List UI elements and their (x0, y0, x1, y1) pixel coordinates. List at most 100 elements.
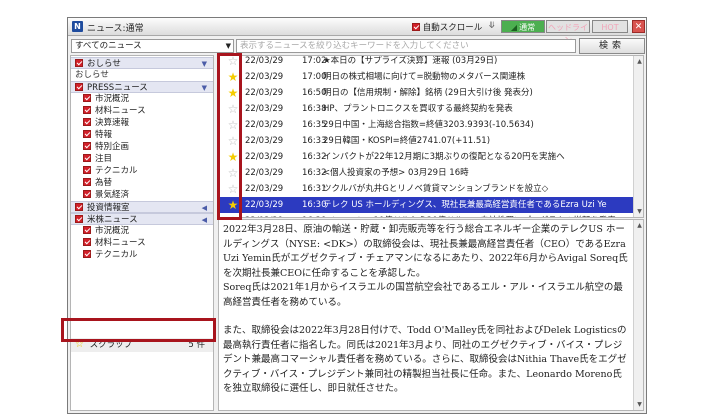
sidebar-item[interactable]: 米株ニュース ◀ (71, 213, 213, 225)
scroll-up-icon[interactable]: ▲ (635, 221, 643, 230)
checkbox-icon[interactable] (75, 83, 83, 91)
chevron-down-icon[interactable]: ▼ (226, 40, 231, 52)
sidebar-item-label: 特別企画 (95, 142, 130, 152)
sidebar-item[interactable]: 為替 (71, 177, 213, 189)
sidebar-item[interactable]: テクニカル (71, 249, 213, 261)
title-bar[interactable]: N ニュース:通常 自動スクロール ⤋ 通常 ヘッドライン HOT ✕ (68, 18, 646, 45)
news-headline: <個人投資家の予想> 03月29日 16時 (323, 168, 469, 178)
sidebar-item-label: おしらせ (75, 70, 109, 80)
sidebar-item[interactable]: 決算速報 (71, 117, 213, 129)
news-headline: テレク US ホールディングス、現社長兼最高経営責任者であるEzra Uzi Y… (323, 200, 607, 210)
news-row[interactable]: ★ 22/03/29 17:00 明日の株式相場に向けて=脱動物のメタバース関連株 (219, 69, 633, 85)
article-paragraph: また、取締役会は2022年3月28日付けで、Todd O'Malley氏を同社お… (223, 325, 627, 394)
news-row[interactable]: ☆ 22/03/29 16:32 <個人投資家の予想> 03月29日 16時 (219, 165, 633, 181)
category-sidebar: テクニカル 材料ニュース 市況概況 米株ニュース ◀ 投資情報室 ◀ 景気経済 為替 テクニカル注… (70, 55, 214, 411)
checkbox-icon[interactable] (83, 94, 91, 102)
autoscroll-label: 自動スクロール (422, 23, 483, 33)
sidebar-item-label: 投資情報室 (87, 203, 130, 213)
checkbox-icon[interactable] (83, 118, 91, 126)
scroll-down-icon[interactable]: ▼ (635, 400, 643, 409)
sidebar-item[interactable]: 材料ニュース (71, 105, 213, 117)
checkbox-icon[interactable] (83, 226, 91, 234)
sidebar-item[interactable]: 投資情報室 ◀ (71, 201, 213, 213)
article-paragraph (223, 310, 631, 324)
sidebar-item[interactable]: おしらせ ▼ (71, 57, 213, 69)
checkbox-icon[interactable] (83, 178, 91, 186)
chevron-down-icon[interactable]: ▼ (202, 58, 207, 70)
sidebar-item[interactable]: 景気経済 (71, 189, 213, 201)
checkbox-icon[interactable] (75, 215, 83, 223)
news-date: 22/03/29 (245, 88, 284, 98)
sidebar-item[interactable]: 特報 (71, 129, 213, 141)
highlight-scrap-item (61, 318, 216, 342)
checkbox-icon[interactable] (83, 142, 91, 150)
sidebar-item[interactable]: テクニカル (71, 165, 213, 177)
sidebar-item[interactable]: 市況概況 (71, 93, 213, 105)
tab-hot[interactable]: HOT (592, 20, 628, 33)
sidebar-item[interactable]: 市況概況 (71, 225, 213, 237)
news-row[interactable]: ★ 22/03/29 16:32 インパクトが22年12月期に3期ぶりの復配となる20… (219, 149, 633, 165)
category-select-value: すべてのニュース (75, 41, 142, 51)
news-list-scrollbar[interactable]: ▲ ▼ (633, 56, 643, 217)
chevron-down-icon[interactable]: ▼ (202, 82, 207, 94)
article-view: 2022年3月28日、原油の輸送・貯蔵・卸売販売等を行う総合エネルギー企業のテレ… (218, 219, 644, 411)
highlight-star-column (217, 53, 242, 220)
news-row[interactable]: ★ 22/03/29 16:30 テレク US ホールディングス、現社長兼最高経営責任… (219, 197, 633, 213)
checkbox-icon[interactable] (83, 250, 91, 258)
sidebar-item-label: 決算速報 (95, 118, 130, 128)
pin-icon[interactable]: ⤋ (488, 21, 496, 31)
checkbox-icon[interactable] (83, 190, 91, 198)
scroll-down-icon[interactable]: ▼ (635, 207, 643, 216)
sidebar-item-label: 注目 (95, 154, 113, 164)
sidebar-item-label: 市況概況 (95, 94, 130, 104)
category-select[interactable]: すべてのニュース ▼ (71, 39, 234, 53)
news-headline: 29日中国・上海総合指数=終値3203.9393(-10.5634) (323, 120, 534, 130)
news-row[interactable]: ☆ 22/03/29 16:31 ツクルバが丸井Gとリノベ賃貸マンションブランドを設立… (219, 181, 633, 197)
news-row[interactable]: ★ 22/03/29 16:50 明日の【信用規制・解除】銘柄 (29日大引け後 発表… (219, 85, 633, 101)
sidebar-item[interactable]: 特別企画 (71, 141, 213, 153)
checkbox-icon[interactable] (75, 59, 83, 67)
tab-normal[interactable]: 通常 (501, 20, 545, 33)
tab-headline[interactable]: ヘッドライン (546, 20, 590, 45)
article-paragraph: Soreq氏は2021年1月からイスラエルの国営航空会社であるエル・アル・イスラ… (223, 282, 623, 308)
checkbox-icon[interactable] (83, 238, 91, 246)
news-date: 22/03/29 (245, 104, 284, 114)
news-row[interactable]: ☆ 22/03/29 17:02 ★本日の【サプライズ決算】速報 (03月29日) (219, 56, 633, 69)
news-headline: HP、プラントロニクスを買収する最終契約を発表 (323, 104, 513, 114)
checkbox-icon[interactable] (83, 166, 91, 174)
sidebar-item-label: 為替 (95, 178, 113, 188)
close-button[interactable]: ✕ (632, 20, 645, 33)
search-button[interactable]: 検索 (579, 38, 645, 54)
article-scrollbar[interactable]: ▲ ▼ (633, 220, 643, 410)
article-paragraph: 2022年3月28日、原油の輸送・貯蔵・卸売販売等を行う総合エネルギー企業のテレ… (223, 224, 628, 279)
checkbox-icon[interactable] (83, 106, 91, 114)
chevron-left-icon[interactable]: ◀ (202, 214, 207, 226)
checkbox-icon[interactable] (83, 130, 91, 138)
checkbox-icon[interactable] (83, 154, 91, 162)
sidebar-item[interactable]: 注目 (71, 153, 213, 165)
sidebar-item[interactable]: PRESSニュース ▼ (71, 81, 213, 93)
news-row[interactable]: ☆ 22/03/29 16:35 29日中国・上海総合指数=終値3203.9393(-… (219, 117, 633, 133)
sidebar-item-label: テクニカル (95, 166, 138, 176)
news-row[interactable]: ☆22/03/2916:29ハンソマン、10億ドルから20億ドルへ、自社株買いプ… (219, 213, 633, 217)
news-date: 22/03/29 (245, 136, 284, 146)
scroll-up-icon[interactable]: ▲ (635, 57, 643, 66)
sidebar-item[interactable]: おしらせ (71, 69, 213, 81)
news-date: 22/03/29 (245, 200, 284, 210)
news-headline: ツクルバが丸井Gとリノベ賃貸マンションブランドを設立◇ (323, 184, 549, 194)
autoscroll-checkbox-icon[interactable] (412, 23, 420, 31)
news-date: 22/03/29 (245, 152, 284, 162)
sidebar-item[interactable]: 材料ニュース (71, 237, 213, 249)
chevron-left-icon[interactable]: ◀ (202, 202, 207, 214)
news-date: 22/03/29 (245, 56, 284, 66)
checkbox-icon[interactable] (75, 203, 83, 211)
news-date: 22/03/29 (245, 213, 283, 217)
news-list: ☆22/03/2916:29ハンソマン、10億ドルから20億ドルへ、自社株買いプ… (218, 55, 644, 218)
news-row[interactable]: ☆ 22/03/29 16:33 29日韓国・KOSPI=終値2741.07(+11.… (219, 133, 633, 149)
filter-input[interactable]: 表示するニュースを絞り込むキーワードを入力してください (236, 39, 576, 53)
news-row[interactable]: ☆ 22/03/29 16:38 HP、プラントロニクスを買収する最終契約を発表 (219, 101, 633, 117)
sidebar-item-label: 米株ニュース (87, 215, 138, 225)
news-headline: 明日の株式相場に向けて=脱動物のメタバース関連株 (323, 72, 526, 82)
news-date: 22/03/29 (245, 120, 284, 130)
autoscroll-toggle[interactable]: 自動スクロール (412, 21, 482, 33)
